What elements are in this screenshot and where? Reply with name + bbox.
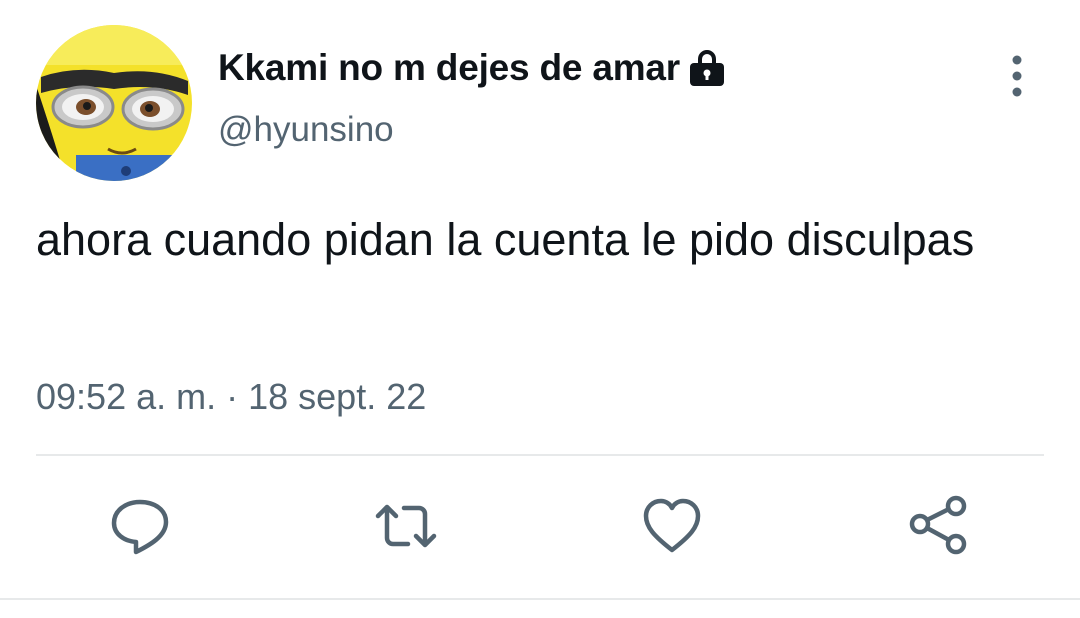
divider <box>36 454 1044 456</box>
avatar[interactable] <box>36 25 192 181</box>
reply-icon <box>111 499 169 555</box>
share-icon <box>909 495 967 555</box>
tweet-time[interactable]: 09:52 a. m. <box>36 376 216 417</box>
heart-icon <box>643 498 701 553</box>
share-button[interactable] <box>906 494 970 558</box>
minion-avatar-image <box>36 25 192 181</box>
tweet-meta: 09:52 a. m. · 18 sept. 22 <box>36 376 426 418</box>
divider <box>0 598 1080 600</box>
retweet-button[interactable] <box>374 494 438 558</box>
display-name[interactable]: Kkami no m dejes de amar <box>218 47 680 89</box>
more-vertical-icon <box>1012 55 1022 97</box>
retweet-icon <box>375 504 437 548</box>
handle[interactable]: @hyunsino <box>218 110 394 150</box>
reply-button[interactable] <box>108 494 172 558</box>
meta-separator: · <box>226 376 239 417</box>
lock-icon <box>686 47 728 89</box>
display-name-row: Kkami no m dejes de amar <box>218 44 728 92</box>
more-options-button[interactable] <box>1000 54 1034 98</box>
tweet-date[interactable]: 18 sept. 22 <box>248 376 426 417</box>
like-button[interactable] <box>640 494 704 558</box>
tweet-text: ahora cuando pidan la cuenta le pido dis… <box>36 214 975 265</box>
